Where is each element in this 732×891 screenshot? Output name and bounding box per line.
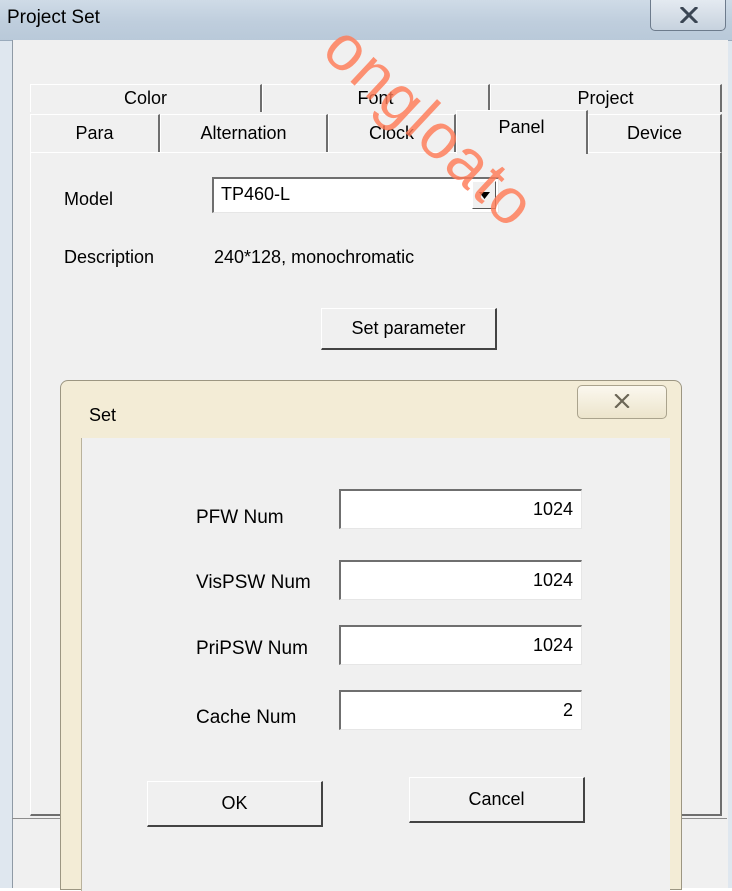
model-dropdown-button[interactable]	[472, 181, 496, 209]
tab-panel[interactable]: Panel	[456, 110, 588, 154]
description-value: 240*128, monochromatic	[214, 247, 415, 267]
dialog-title: Set	[89, 405, 117, 425]
window-title: Project Set	[7, 7, 100, 28]
window-close-button[interactable]	[650, 0, 726, 31]
pfw-num-label: PFW Num	[196, 507, 284, 528]
vispsw-num-field[interactable]	[339, 560, 582, 600]
cache-num-field[interactable]	[339, 690, 582, 730]
window-title-bar[interactable]: Project Set	[0, 0, 732, 41]
close-icon	[614, 394, 630, 408]
pripsw-num-field[interactable]	[339, 625, 582, 665]
chevron-down-icon	[479, 192, 490, 199]
model-select[interactable]: TP460-L	[212, 177, 499, 213]
model-label: Model	[64, 189, 114, 209]
tab-device[interactable]: Device	[588, 114, 722, 152]
cancel-button[interactable]: Cancel	[409, 777, 585, 823]
tab-clock[interactable]: Clock	[328, 114, 456, 152]
tab-alternation[interactable]: Alternation	[160, 114, 328, 152]
model-value: TP460-L	[221, 184, 291, 204]
pripsw-num-label: PriPSW Num	[196, 638, 308, 659]
tab-project[interactable]: Project	[490, 84, 722, 112]
tab-color[interactable]: Color	[30, 84, 262, 112]
vispsw-num-label: VisPSW Num	[196, 572, 311, 593]
pfw-num-field[interactable]	[339, 489, 582, 529]
set-parameter-button[interactable]: Set parameter	[321, 308, 497, 350]
close-icon	[680, 7, 698, 23]
cache-num-label: Cache Num	[196, 707, 297, 728]
description-label: Description	[64, 247, 155, 267]
tab-font[interactable]: Font	[262, 84, 490, 112]
tab-para[interactable]: Para	[30, 114, 160, 152]
set-dialog: Set PFW Num VisPSW Num PriPSW Num Cache …	[60, 380, 682, 891]
ok-button[interactable]: OK	[147, 781, 323, 827]
dialog-close-button[interactable]	[577, 385, 667, 419]
